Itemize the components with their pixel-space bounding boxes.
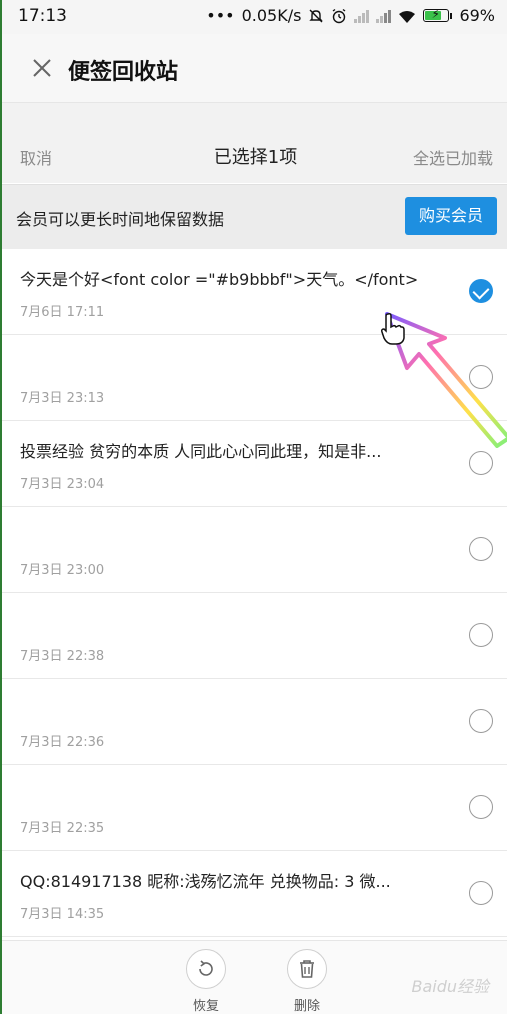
- signal-icon: [354, 9, 370, 23]
- delete-label: 删除: [293, 999, 320, 1014]
- page-title: 便签回收站: [68, 60, 179, 85]
- select-all-button[interactable]: 全选已加载: [413, 145, 493, 169]
- status-bar: 17:13 ••• 0.05K/s ⚡ 69%: [2, 0, 507, 34]
- banner-text: 会员可以更长时间地保留数据: [16, 210, 225, 229]
- signal-icon: [376, 9, 392, 23]
- note-date: 7月6日 17:11: [20, 305, 105, 320]
- list-item[interactable]: 7月3日 23:00: [2, 507, 507, 593]
- wifi-icon: [398, 9, 416, 23]
- note-date: 7月3日 22:36: [20, 735, 105, 750]
- close-icon[interactable]: [30, 56, 54, 80]
- restore-icon: [186, 949, 226, 989]
- checked-radio-icon[interactable]: [469, 279, 493, 303]
- note-title: 今天是个好<font color ="#b9bbbf">天气。</font>: [20, 270, 419, 289]
- bottom-action-bar: 恢复 删除 Baidu经验: [2, 940, 507, 1014]
- more-dots: •••: [206, 6, 235, 25]
- note-date: 7月3日 14:35: [20, 907, 105, 922]
- battery-percent: 69%: [459, 6, 495, 25]
- note-date: 7月3日 22:38: [20, 649, 105, 664]
- delete-button[interactable]: 删除: [277, 949, 337, 1014]
- network-speed: 0.05K/s: [241, 6, 302, 25]
- alarm-off-icon: [308, 8, 324, 24]
- title-bar: 便签回收站: [2, 34, 507, 103]
- radio-icon[interactable]: [469, 795, 493, 819]
- note-date: 7月3日 23:13: [20, 391, 105, 406]
- note-title: QQ:814917138 昵称:浅殇忆流年 兑换物品: 3 微...: [20, 872, 391, 891]
- status-icons: ••• 0.05K/s ⚡ 69%: [206, 6, 495, 25]
- radio-icon[interactable]: [469, 623, 493, 647]
- note-date: 7月3日 23:04: [20, 477, 105, 492]
- note-date: 7月3日 23:00: [20, 563, 105, 578]
- restore-button[interactable]: 恢复: [176, 949, 236, 1014]
- battery-charging-icon: ⚡: [423, 7, 453, 22]
- list-item[interactable]: 7月3日 22:38: [2, 593, 507, 679]
- trash-icon: [287, 949, 327, 989]
- note-title: 投票经验 贫穷的本质 人同此心心同此理，知是非...: [20, 442, 382, 461]
- alarm-clock-icon: [331, 8, 347, 24]
- list-item[interactable]: 7月3日 22:35: [2, 765, 507, 851]
- radio-icon[interactable]: [469, 881, 493, 905]
- hand-cursor-icon: [380, 312, 406, 346]
- radio-icon[interactable]: [469, 709, 493, 733]
- radio-icon[interactable]: [469, 537, 493, 561]
- radio-icon[interactable]: [469, 451, 493, 475]
- list-item[interactable]: 7月3日 22:36: [2, 679, 507, 765]
- note-date: 7月3日 22:35: [20, 821, 105, 836]
- status-time: 17:13: [18, 6, 67, 26]
- selection-bar: 取消 已选择1项 全选已加载: [2, 103, 507, 183]
- restore-label: 恢复: [192, 999, 219, 1014]
- app-frame: 17:13 ••• 0.05K/s ⚡ 69% 便签回收站 取消 已选择1项 全…: [0, 0, 507, 1014]
- member-banner: 会员可以更长时间地保留数据 购买会员: [2, 184, 507, 250]
- list-item[interactable]: QQ:814917138 昵称:浅殇忆流年 兑换物品: 3 微... 7月3日 …: [2, 851, 507, 937]
- watermark: Baidu经验: [411, 977, 489, 996]
- buy-membership-button[interactable]: 购买会员: [405, 197, 497, 235]
